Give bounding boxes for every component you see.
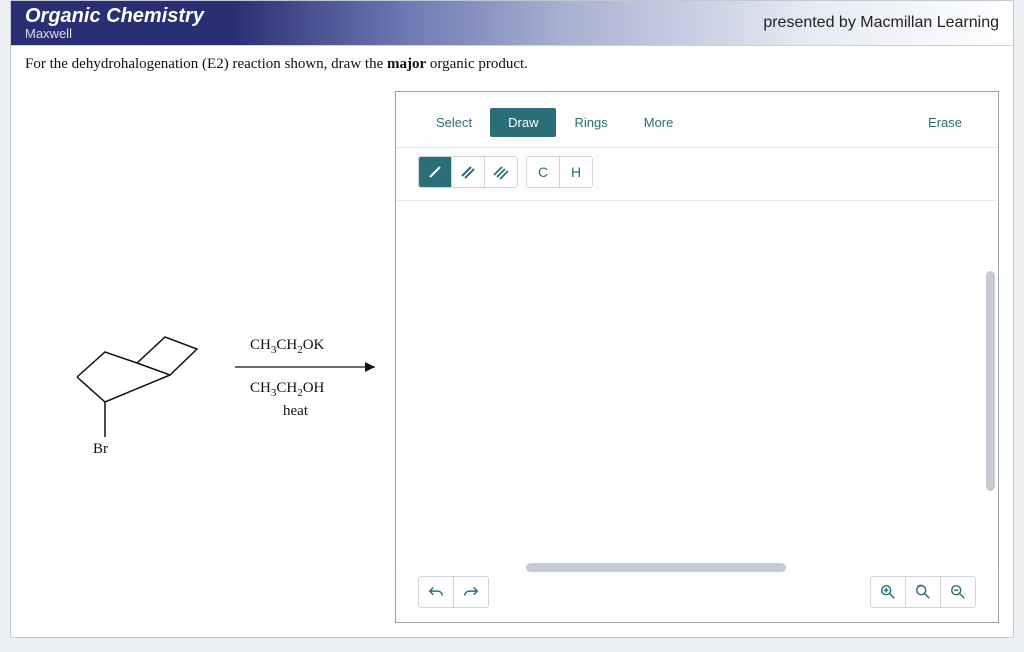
- reagent-top: CH3CH2OK: [250, 337, 325, 356]
- tab-select[interactable]: Select: [418, 108, 490, 137]
- vertical-scrollbar[interactable]: [986, 271, 995, 491]
- reagent-bottom: CH3CH2OH: [250, 380, 325, 399]
- redo-button[interactable]: [453, 577, 488, 607]
- editor-tabs: Select Draw Rings More: [418, 108, 691, 137]
- erase-button[interactable]: Erase: [914, 108, 976, 137]
- single-bond-button[interactable]: [419, 157, 451, 187]
- zoom-out-button[interactable]: [940, 577, 975, 607]
- hydrogen-atom-button[interactable]: H: [559, 157, 592, 187]
- leaving-group-label: Br: [93, 441, 108, 457]
- reaction-condition: heat: [283, 403, 309, 419]
- course-header: Organic Chemistry Maxwell presented by M…: [11, 1, 1013, 46]
- reaction-scheme: Br CH3CH2OK CH3CH2OH heat: [25, 91, 395, 623]
- triple-bond-button[interactable]: [484, 157, 517, 187]
- question-text: For the dehydrohalogenation (E2) reactio…: [11, 46, 1013, 83]
- course-author: Maxwell: [25, 27, 204, 41]
- presented-by: presented by Macmillan Learning: [763, 14, 999, 32]
- drawing-canvas[interactable]: [396, 201, 998, 568]
- question-card: Organic Chemistry Maxwell presented by M…: [10, 0, 1014, 638]
- bond-tool-row: C H: [396, 148, 998, 201]
- zoom-in-button[interactable]: [871, 577, 905, 607]
- tab-more[interactable]: More: [626, 108, 692, 137]
- double-bond-button[interactable]: [451, 157, 484, 187]
- tab-draw[interactable]: Draw: [490, 108, 556, 137]
- zoom-reset-button[interactable]: [905, 577, 940, 607]
- course-title: Organic Chemistry: [25, 6, 204, 27]
- tab-rings[interactable]: Rings: [556, 108, 625, 137]
- horizontal-scrollbar[interactable]: [526, 563, 786, 572]
- undo-button[interactable]: [419, 577, 453, 607]
- carbon-atom-button[interactable]: C: [527, 157, 559, 187]
- structure-editor: Select Draw Rings More Erase: [395, 91, 999, 623]
